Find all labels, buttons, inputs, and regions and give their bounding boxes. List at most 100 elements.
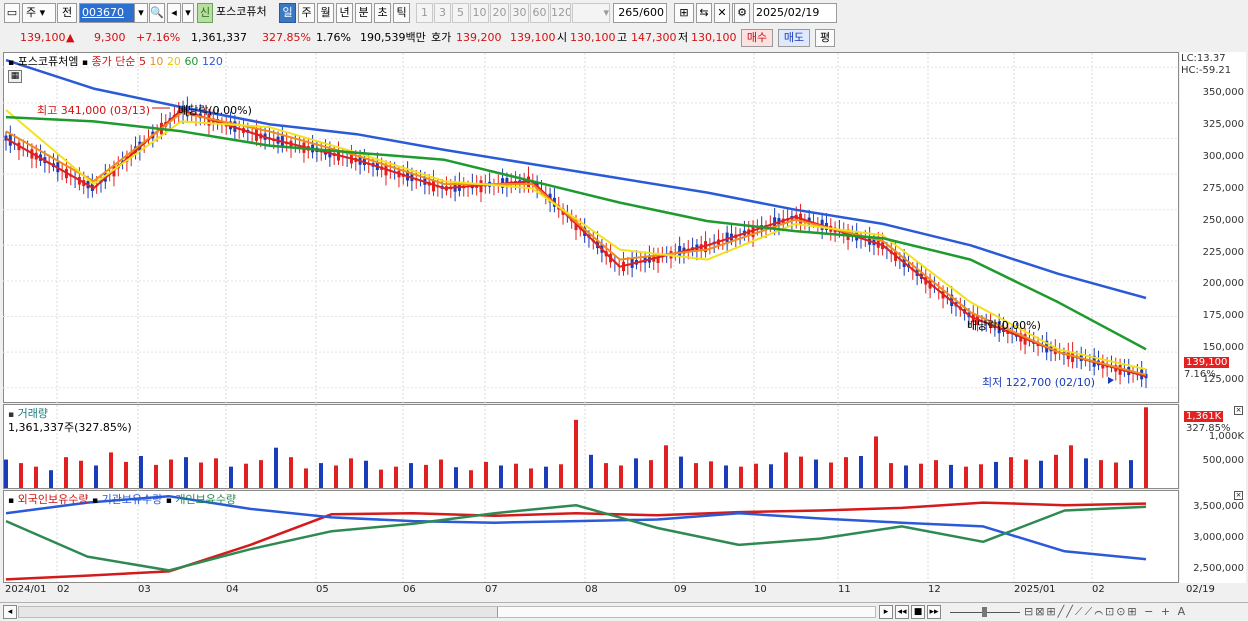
volume-bar bbox=[49, 470, 53, 488]
volume-bar bbox=[529, 468, 533, 488]
holdings-line-2 bbox=[5, 503, 1147, 572]
drawing-tools[interactable]: ⊟⊠⊞╱╱⟋⟋⌒⊡⊙⊞ − + A bbox=[1024, 605, 1187, 619]
ma60-legend: 60 bbox=[184, 55, 199, 68]
volume-tag: 1,361K bbox=[1184, 411, 1224, 422]
volume-bar bbox=[1114, 462, 1118, 488]
volume-bar bbox=[364, 460, 368, 488]
volume-bar bbox=[994, 461, 998, 488]
volume-bar bbox=[664, 445, 668, 488]
legend-bullet-icon: ▪ bbox=[91, 496, 99, 506]
close-icon[interactable]: × bbox=[1234, 491, 1243, 500]
volume-bar bbox=[109, 452, 113, 488]
stock-legend-name: 포스코퓨처엠 bbox=[17, 55, 79, 68]
volume-bar bbox=[739, 466, 743, 488]
scroll-thumb[interactable] bbox=[497, 607, 875, 617]
volume-tick-label: 1,000K bbox=[1208, 431, 1244, 442]
volume-bar bbox=[634, 458, 638, 488]
volume-bar bbox=[589, 454, 593, 488]
volume-bar bbox=[154, 464, 158, 488]
legend-bullet-icon: ▪ bbox=[8, 58, 15, 68]
volume-bar bbox=[64, 457, 68, 488]
x-axis-label: 07 bbox=[485, 584, 498, 595]
ma120-legend: 120 bbox=[201, 55, 223, 68]
x-axis-label: 12 bbox=[928, 584, 941, 595]
volume-bar bbox=[514, 463, 518, 488]
volume-bar bbox=[259, 460, 263, 488]
high-annotation: 최고 341,000 (03/13) bbox=[37, 104, 151, 117]
volume-bar bbox=[859, 455, 863, 488]
legend-bullet-icon: ▪ bbox=[81, 58, 88, 68]
price-tick-label: 225,000 bbox=[1202, 246, 1244, 258]
volume-bar bbox=[304, 468, 308, 488]
x-axis-label: 05 bbox=[316, 584, 329, 595]
volume-bar bbox=[334, 465, 338, 488]
volume-bar bbox=[214, 458, 218, 488]
current-pct-tag: 7.16% bbox=[1184, 369, 1216, 380]
volume-bar bbox=[1009, 457, 1013, 488]
scroll-left-icon[interactable]: ◂ bbox=[3, 605, 17, 619]
volume-bar bbox=[574, 419, 578, 488]
volume-bar bbox=[319, 463, 323, 488]
volume-bar bbox=[439, 459, 443, 488]
x-axis-label: 08 bbox=[585, 584, 598, 595]
volume-bar bbox=[424, 464, 428, 488]
volume-tick-label: 500,000 bbox=[1202, 455, 1244, 466]
volume-bar bbox=[874, 436, 878, 488]
scroll-right-icon[interactable]: ▸ bbox=[879, 605, 893, 619]
volume-bar bbox=[724, 465, 728, 488]
x-axis-label: 10 bbox=[754, 584, 767, 595]
zoom-slider-handle[interactable] bbox=[982, 607, 987, 617]
volume-bar bbox=[784, 452, 788, 488]
volume-bar bbox=[649, 460, 653, 488]
table-icon[interactable]: ▦ bbox=[8, 70, 22, 83]
volume-bar bbox=[694, 463, 698, 488]
volume-bar bbox=[1144, 407, 1148, 488]
volume-bar bbox=[409, 463, 413, 488]
volume-bar bbox=[679, 456, 683, 488]
volume-bar bbox=[934, 460, 938, 488]
volume-bar bbox=[454, 467, 458, 488]
volume-bar bbox=[499, 465, 503, 488]
horizontal-scrollbar[interactable] bbox=[18, 606, 876, 618]
navigation-bar: ◂ ▸ ◂◂ ■ ▸▸ ⊟⊠⊞╱╱⟋⟋⌒⊡⊙⊞ − + A bbox=[0, 602, 1248, 621]
volume-bar bbox=[274, 447, 278, 488]
stop-icon[interactable]: ■ bbox=[911, 605, 925, 619]
volume-bar bbox=[94, 465, 98, 488]
volume-bar bbox=[289, 457, 293, 488]
volume-bar bbox=[619, 465, 623, 488]
dividend-annotation-1: 배당락(0.00%) bbox=[178, 104, 252, 117]
ma-line-5 bbox=[5, 109, 1147, 378]
price-tick-label: 200,000 bbox=[1202, 278, 1244, 290]
volume-bar bbox=[4, 459, 8, 488]
x-axis-label: 11 bbox=[838, 584, 851, 595]
volume-bar bbox=[919, 463, 923, 488]
volume-bar bbox=[229, 466, 233, 488]
indiv-legend: 개인보유수량 bbox=[175, 493, 237, 506]
close-icon[interactable]: × bbox=[1234, 406, 1243, 415]
volume-bar bbox=[1024, 459, 1028, 488]
volume-bar bbox=[559, 464, 563, 488]
price-tick-label: 300,000 bbox=[1202, 150, 1244, 162]
volume-bar bbox=[544, 466, 548, 488]
foreign-legend: 외국인보유수량 bbox=[17, 493, 89, 506]
forward-icon[interactable]: ▸▸ bbox=[927, 605, 941, 619]
volume-bar bbox=[979, 464, 983, 488]
volume-bar bbox=[814, 459, 818, 488]
volume-bar bbox=[34, 466, 38, 488]
legend-bullet-icon: ▪ bbox=[8, 496, 15, 506]
volume-bar bbox=[199, 462, 203, 488]
volume-bar bbox=[889, 463, 893, 488]
ma10-legend: 10 bbox=[149, 55, 164, 68]
volume-bar bbox=[769, 464, 773, 488]
volume-bar bbox=[124, 461, 128, 488]
x-axis-label: 02/19 bbox=[1186, 584, 1215, 595]
x-axis-label: 02 bbox=[1092, 584, 1105, 595]
price-tick-label: 325,000 bbox=[1202, 118, 1244, 130]
volume-bar bbox=[484, 461, 488, 488]
volume-bar bbox=[79, 460, 83, 488]
price-tick-label: 275,000 bbox=[1202, 182, 1244, 194]
rewind-icon[interactable]: ◂◂ bbox=[895, 605, 909, 619]
volume-bar bbox=[379, 469, 383, 488]
low-annotation: 최저 122,700 (02/10) bbox=[982, 376, 1096, 389]
price-tick-label: 150,000 bbox=[1202, 342, 1244, 354]
